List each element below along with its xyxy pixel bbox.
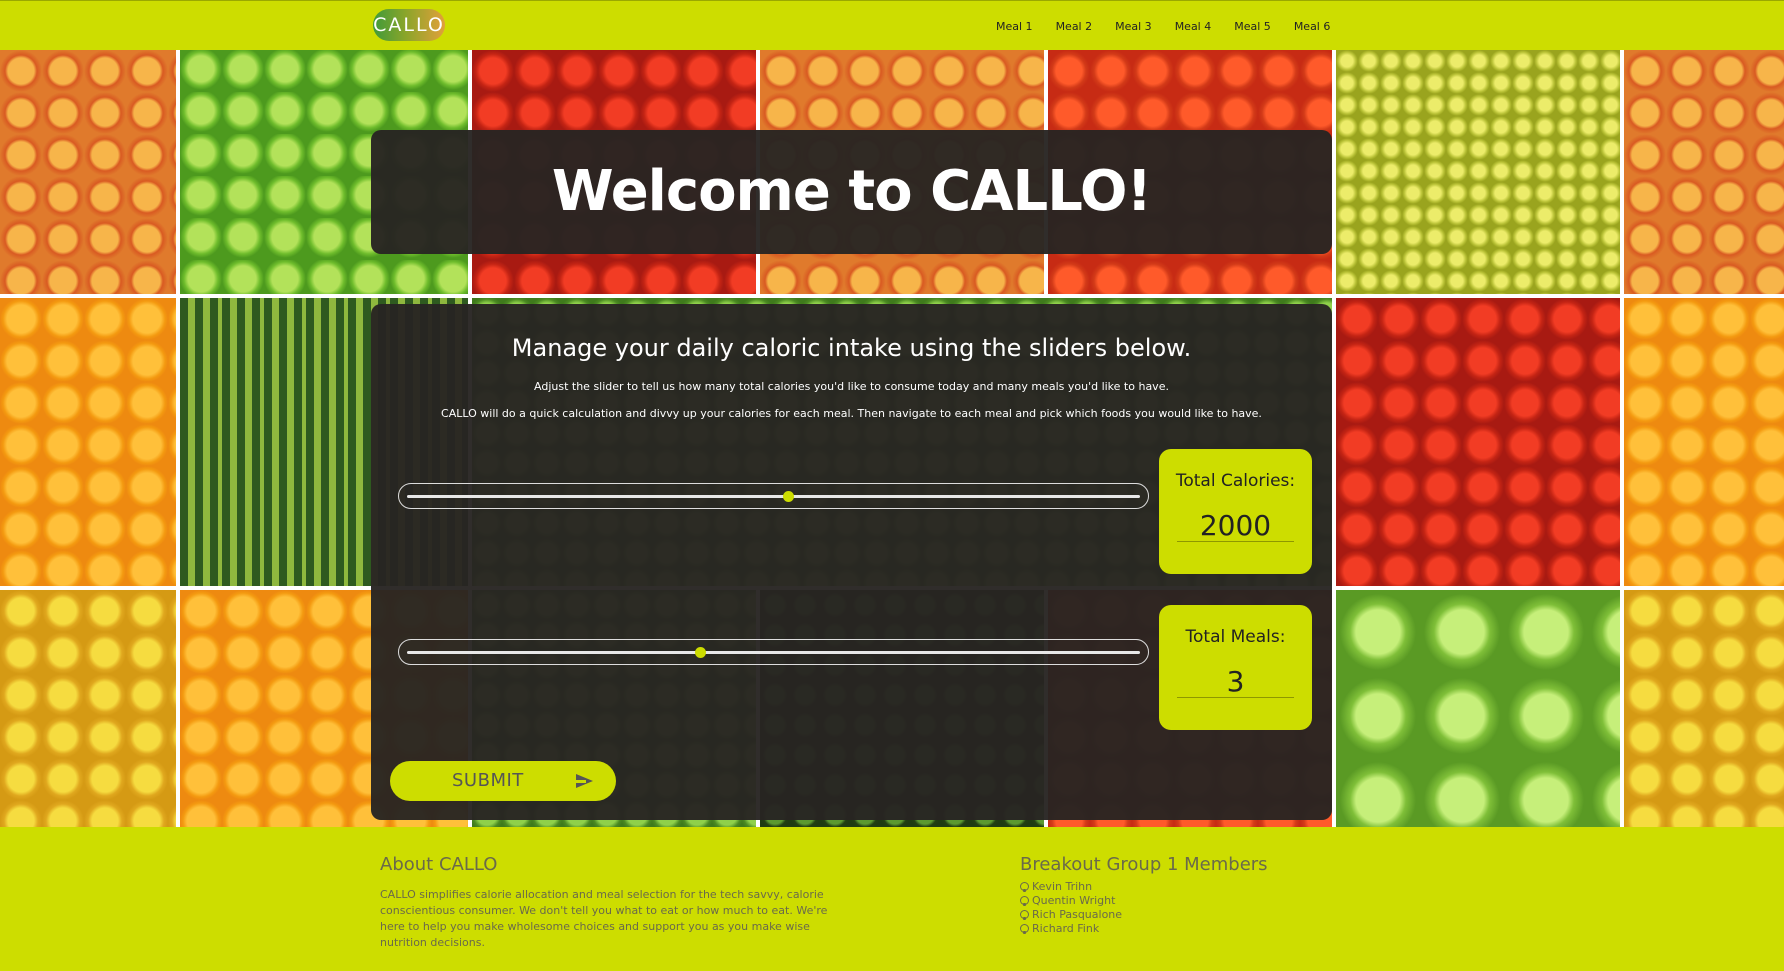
nav-link-meal-5[interactable]: Meal 5: [1234, 20, 1271, 33]
title-card: Welcome to CALLO!: [371, 130, 1332, 254]
meals-slider-track: [407, 651, 1140, 654]
github-icon: [1020, 910, 1029, 920]
navbar: CALLO Meal 1 Meal 2 Meal 3 Meal 4 Meal 5…: [0, 0, 1784, 50]
meals-slider-thumb[interactable]: [694, 647, 706, 658]
submit-button[interactable]: SUBMIT: [390, 761, 616, 801]
member-link[interactable]: Richard Fink: [1020, 922, 1099, 935]
member-name: Kevin Trihn: [1032, 880, 1093, 893]
nav-link-meal-3[interactable]: Meal 3: [1115, 20, 1152, 33]
github-icon: [1020, 882, 1029, 892]
footer: About CALLO CALLO simplifies calorie all…: [0, 827, 1784, 971]
calorie-form-card: Manage your daily caloric intake using t…: [371, 304, 1332, 820]
calories-box: Total Calories: 2000: [1159, 449, 1312, 574]
produce-grapes: [1336, 50, 1620, 294]
member-name: Rich Pasqualone: [1032, 908, 1123, 921]
github-icon: [1020, 924, 1029, 934]
produce-peaches-3: [1624, 50, 1784, 294]
calories-label: Total Calories:: [1175, 471, 1296, 491]
meals-value-field[interactable]: 3: [1177, 665, 1294, 698]
about-text: CALLO simplifies calorie allocation and …: [380, 888, 828, 949]
calories-slider-track: [407, 495, 1140, 498]
send-icon: [576, 774, 593, 788]
produce-oranges-2: [1624, 298, 1784, 586]
meals-label: Total Meals:: [1185, 627, 1286, 647]
form-description-1: Adjust the slider to tell us how many to…: [534, 380, 1169, 393]
submit-label: SUBMIT: [452, 770, 524, 791]
member-name: Quentin Wright: [1032, 894, 1116, 907]
calories-slider-thumb[interactable]: [782, 491, 794, 502]
page-title: Welcome to CALLO!: [551, 159, 1152, 224]
form-description-2: CALLO will do a quick calculation and di…: [441, 407, 1262, 420]
member-name: Richard Fink: [1032, 922, 1100, 935]
about-heading: About CALLO: [380, 854, 498, 875]
meals-box: Total Meals: 3: [1159, 605, 1312, 730]
members-heading: Breakout Group 1 Members: [1020, 854, 1268, 875]
produce-plums: [0, 590, 176, 827]
form-heading: Manage your daily caloric intake using t…: [511, 334, 1192, 362]
member-link[interactable]: Rich Pasqualone: [1020, 908, 1122, 921]
nav-link-meal-6[interactable]: Meal 6: [1294, 20, 1331, 33]
member-link[interactable]: Quentin Wright: [1020, 894, 1115, 907]
member-link[interactable]: Kevin Trihn: [1020, 880, 1092, 893]
produce-cabbage: [1336, 590, 1620, 827]
produce-oranges: [0, 298, 176, 586]
nav-link-meal-1[interactable]: Meal 1: [996, 20, 1033, 33]
calories-value-field[interactable]: 2000: [1177, 509, 1294, 542]
meals-slider[interactable]: [398, 639, 1149, 665]
hero-section: Welcome to CALLO! Manage your daily calo…: [0, 50, 1784, 827]
nav-link-meal-2[interactable]: Meal 2: [1056, 20, 1093, 33]
produce-lemons: [1624, 590, 1784, 827]
callo-logo[interactable]: CALLO: [373, 9, 445, 41]
nav-link-meal-4[interactable]: Meal 4: [1175, 20, 1212, 33]
nav-links: Meal 1 Meal 2 Meal 3 Meal 4 Meal 5 Meal …: [996, 1, 1353, 51]
github-icon: [1020, 896, 1029, 906]
calories-slider[interactable]: [398, 483, 1149, 509]
produce-peaches: [0, 50, 176, 294]
produce-tomatoes-2: [1336, 298, 1620, 586]
